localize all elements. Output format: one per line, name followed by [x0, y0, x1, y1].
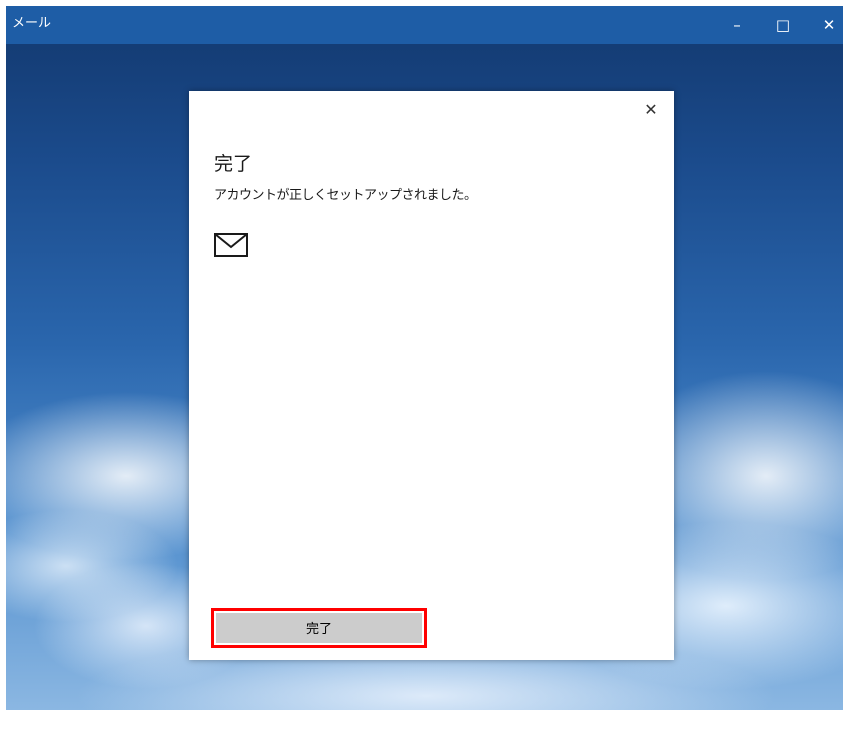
dialog-close-button[interactable]: ✕ [637, 97, 665, 123]
account-setup-complete-dialog: ✕ 完了 アカウントが正しくセットアップされました。 完了 [189, 91, 674, 660]
close-window-button[interactable]: ✕ [806, 6, 843, 44]
dialog-title: 完了 [214, 153, 253, 175]
maximize-button[interactable]: □ [760, 6, 806, 44]
done-button[interactable]: 完了 [216, 613, 422, 643]
title-bar: メール – □ ✕ [6, 6, 843, 44]
minimize-button[interactable]: – [714, 6, 760, 44]
dialog-message: アカウントが正しくセットアップされました。 [214, 188, 477, 203]
mail-app-window: メール – □ ✕ ✕ 完了 アカウントが正しくセットアップされました。 完了 [6, 6, 843, 710]
app-title: メール [12, 16, 52, 31]
mail-envelope-icon [214, 233, 248, 257]
